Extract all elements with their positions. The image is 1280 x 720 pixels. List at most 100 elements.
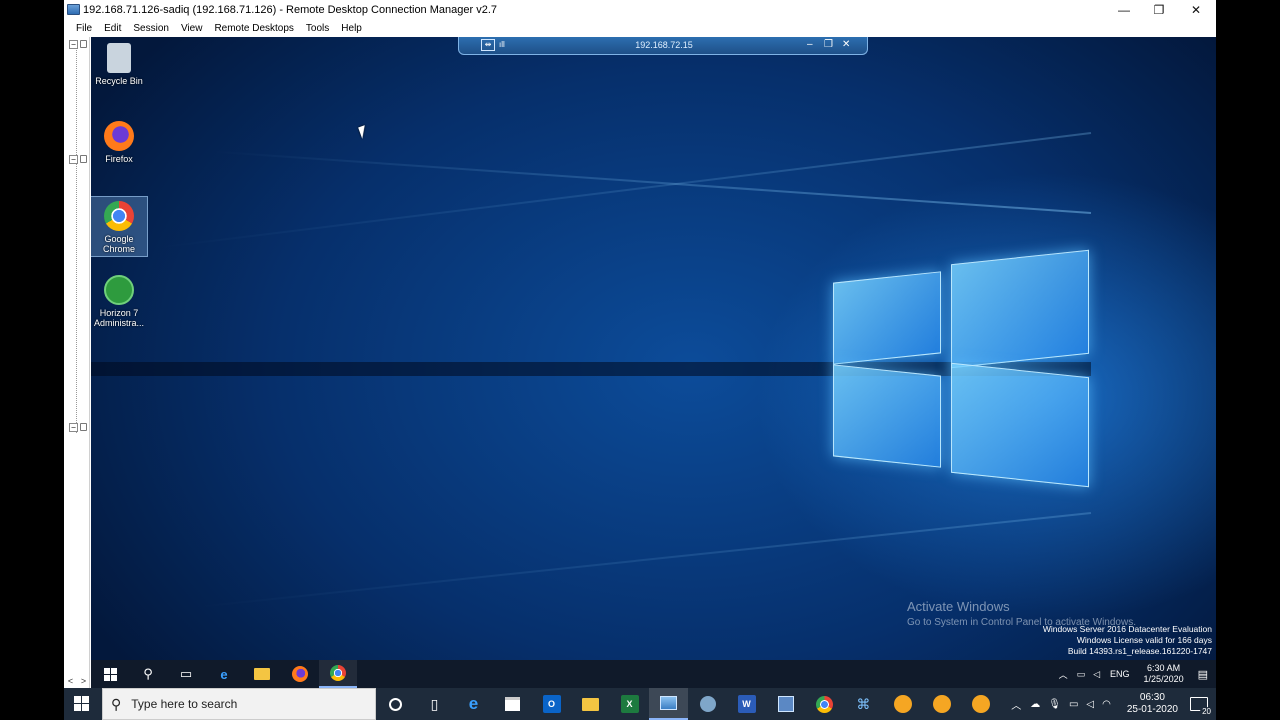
remote-minimize-button[interactable]: –	[807, 39, 813, 50]
taskbar-network-app[interactable]	[766, 688, 805, 720]
remote-taskbar-explorer[interactable]	[243, 660, 281, 688]
remote-task-view-button[interactable]: ▭	[167, 660, 205, 688]
tray-overflow-icon[interactable]: ︿	[1059, 668, 1068, 681]
internet-explorer-icon: e	[220, 666, 228, 682]
tree-expander[interactable]: −	[69, 40, 78, 49]
menu-tools[interactable]: Tools	[300, 23, 335, 34]
remote-close-button[interactable]: ✕	[842, 39, 850, 50]
taskbar-search-box[interactable]: ⚲ Type here to search	[102, 688, 376, 720]
windows-logo-pane	[833, 364, 941, 468]
windows-start-icon[interactable]	[74, 696, 89, 711]
chrome-icon	[330, 665, 346, 681]
tree-connector-line	[76, 41, 77, 433]
app-orange-icon	[893, 695, 912, 713]
rdcman-app-icon	[67, 4, 80, 15]
firefox-icon	[292, 666, 308, 682]
menu-view[interactable]: View	[175, 23, 209, 34]
scroll-right-arrow-icon[interactable]: >	[81, 676, 86, 686]
remote-taskbar-firefox[interactable]	[281, 660, 319, 688]
menu-edit[interactable]: Edit	[98, 23, 127, 34]
host-system-tray: ︿ ☁ 🎙 ▭ ◁ ◠ 06:30 25-01-2020 20	[1006, 688, 1216, 720]
wifi-icon[interactable]: ◠	[1102, 699, 1111, 710]
taskbar-outlook[interactable]: O	[532, 688, 571, 720]
windows-logo-pane	[951, 362, 1089, 488]
store-icon	[505, 697, 520, 711]
volume-icon[interactable]: ◁	[1086, 699, 1094, 710]
minimize-button[interactable]: —	[1106, 0, 1142, 19]
remote-system-tray: ︿ ▭ ◁ ENG 6:30 AM 1/25/2020 ▤	[1054, 660, 1216, 688]
search-icon: ⚲	[111, 695, 122, 712]
desktop-icon-label: Horizon 7 Administra...	[93, 308, 144, 328]
onedrive-icon[interactable]: ☁	[1030, 699, 1040, 710]
battery-icon[interactable]: ▭	[1069, 699, 1078, 710]
maximize-button[interactable]: ❐	[1141, 0, 1177, 19]
language-indicator[interactable]: ENG	[1110, 669, 1130, 679]
tree-expander[interactable]: −	[69, 423, 78, 432]
scroll-left-arrow-icon[interactable]: <	[68, 676, 73, 686]
word-icon: W	[737, 695, 756, 713]
remote-search-button[interactable]: ⚲	[129, 660, 167, 688]
taskbar-network-manager[interactable]: ⌘	[844, 688, 883, 720]
light-beam	[195, 512, 1092, 609]
remote-connection-bar: ⇹ ıll 192.168.72.15 – ❐ ✕	[458, 37, 868, 55]
taskbar-word[interactable]: W	[727, 688, 766, 720]
menu-session[interactable]: Session	[127, 23, 175, 34]
remote-desktop-view[interactable]: ⇹ ıll 192.168.72.15 – ❐ ✕ Recycle Bin Fi…	[91, 37, 1216, 660]
light-beam	[213, 150, 1092, 214]
remote-start-button[interactable]	[91, 660, 129, 688]
folder-icon	[254, 668, 270, 680]
taskbar-app-orange-3[interactable]	[961, 688, 1000, 720]
rdcman-icon	[660, 696, 677, 710]
server-tree-panel: − − − < >	[64, 37, 90, 688]
remote-restore-button[interactable]: ❐	[824, 39, 833, 50]
chrome-icon	[816, 695, 833, 713]
desktop-icon-google-chrome[interactable]: Google Chrome	[91, 196, 148, 257]
desktop-icon-firefox[interactable]: Firefox	[91, 121, 148, 164]
window-title: 192.168.71.126-sadiq (192.168.71.126) - …	[83, 3, 497, 16]
search-placeholder: Type here to search	[131, 697, 238, 711]
remote-taskbar-ie[interactable]: e	[205, 660, 243, 688]
taskbar-store[interactable]	[493, 688, 532, 720]
desktop-icon-label: Google Chrome	[102, 234, 135, 254]
network-manager-icon: ⌘	[856, 695, 871, 712]
taskbar-excel[interactable]: X	[610, 688, 649, 720]
menu-help[interactable]: Help	[335, 23, 368, 34]
microphone-icon[interactable]: 🎙	[1048, 699, 1061, 710]
taskbar-edge[interactable]: e	[454, 688, 493, 720]
taskbar-file-explorer[interactable]	[571, 688, 610, 720]
tray-overflow-icon[interactable]: ︿	[1011, 697, 1021, 712]
close-button[interactable]: ✕	[1178, 0, 1214, 19]
windows-start-icon	[103, 667, 117, 681]
task-view-button[interactable]: ▯	[415, 688, 454, 720]
desktop-icon-recycle-bin[interactable]: Recycle Bin	[91, 43, 148, 86]
horizon-icon	[104, 275, 134, 305]
menu-remote-desktops[interactable]: Remote Desktops	[208, 23, 299, 34]
cortana-button[interactable]	[376, 688, 415, 720]
taskbar-app-orange-2[interactable]	[922, 688, 961, 720]
mouse-cursor-icon	[358, 125, 369, 139]
taskbar-app[interactable]	[688, 688, 727, 720]
taskbar-rdcman[interactable]	[649, 688, 688, 720]
folder-icon	[582, 697, 599, 711]
desktop-icon-horizon[interactable]: Horizon 7 Administra...	[91, 275, 148, 328]
cortana-icon	[389, 697, 402, 711]
tree-expander[interactable]: −	[69, 155, 78, 164]
app-icon	[699, 696, 716, 712]
title-bar[interactable]: 192.168.71.126-sadiq (192.168.71.126) - …	[64, 0, 1216, 19]
host-clock[interactable]: 06:30 25-01-2020	[1127, 692, 1178, 716]
app-orange-icon	[971, 695, 990, 713]
menu-file[interactable]: File	[64, 23, 98, 34]
taskbar-app-orange-1[interactable]	[883, 688, 922, 720]
action-center-icon[interactable]: ▤	[1198, 668, 1208, 681]
desktop-icon-label: Firefox	[105, 154, 133, 164]
network-icon[interactable]: ▭	[1077, 669, 1086, 680]
host-time: 06:30	[1139, 692, 1165, 703]
evaluation-license: Windows License valid for 166 days	[1076, 635, 1212, 645]
notification-center-icon[interactable]: 20	[1190, 697, 1213, 716]
taskbar-chrome[interactable]	[805, 688, 844, 720]
tree-horizontal-scroll[interactable]: < >	[64, 676, 90, 686]
evaluation-info: Windows Server 2016 Datacenter Evaluatio…	[1043, 624, 1212, 657]
volume-icon[interactable]: ◁	[1093, 669, 1100, 680]
remote-taskbar-chrome[interactable]	[319, 660, 357, 688]
remote-clock[interactable]: 6:30 AM 1/25/2020	[1144, 663, 1184, 685]
